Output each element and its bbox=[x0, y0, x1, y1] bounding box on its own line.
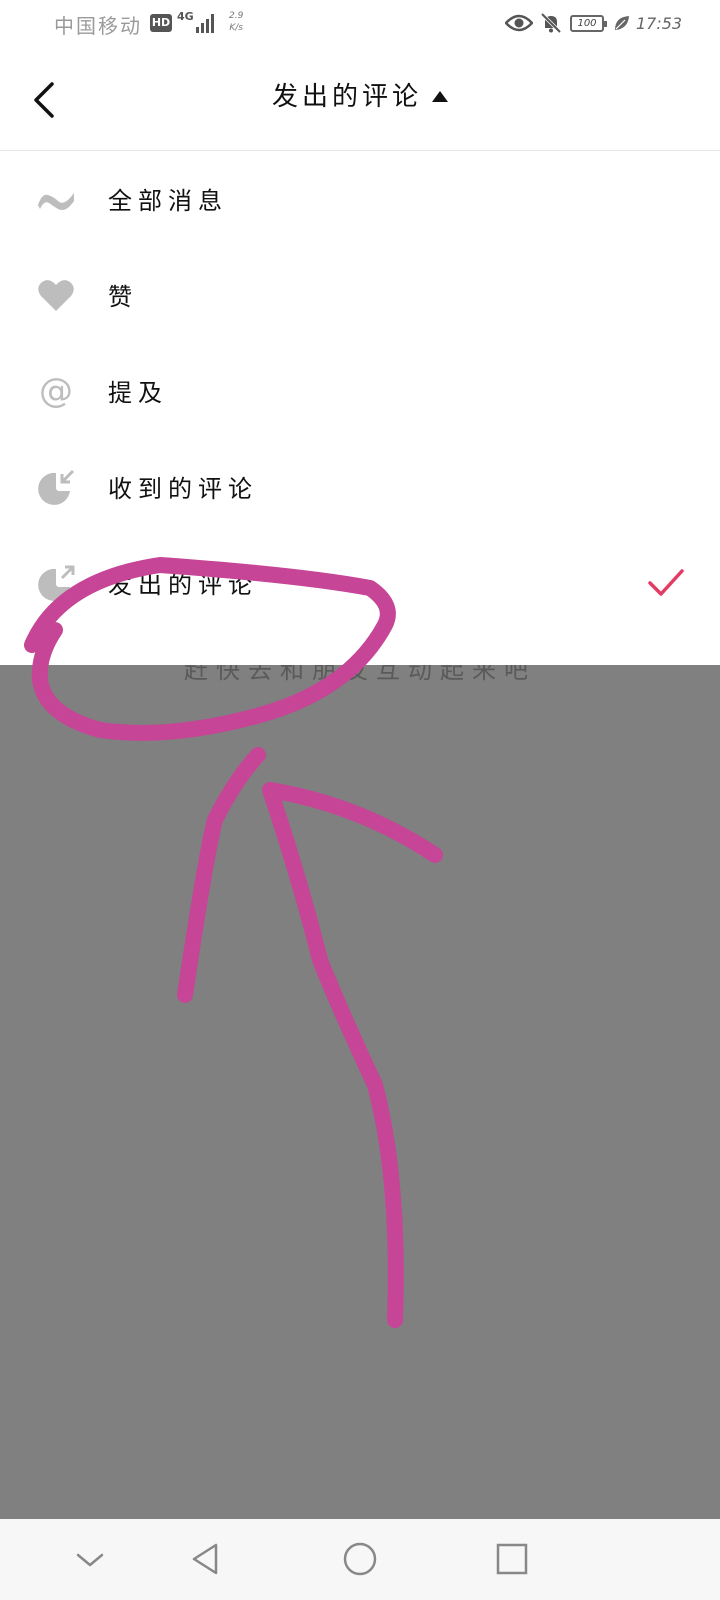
recents-square-icon[interactable] bbox=[492, 1539, 532, 1579]
comment-received-icon bbox=[38, 469, 75, 505]
bell-muted-icon bbox=[540, 12, 562, 34]
eye-icon bbox=[505, 14, 533, 32]
menu-item-all-messages[interactable]: 全部消息 bbox=[0, 151, 720, 247]
carrier-name: 中国移动 bbox=[54, 14, 142, 38]
network-speed-unit: K/s bbox=[229, 23, 243, 33]
empty-state-hint: 赶快去和朋友互动起来吧 bbox=[184, 665, 536, 684]
signal-icon bbox=[196, 14, 214, 33]
top-app-bar: 发出的评论 bbox=[0, 50, 720, 151]
network-speed-value: 2.9 bbox=[229, 11, 244, 21]
status-bar: 中国移动 HD 4G 2.9 K/s 100 17:53 bbox=[0, 0, 720, 50]
menu-item-label: 发出的评论 bbox=[108, 571, 258, 599]
heart-icon bbox=[38, 280, 74, 311]
menu-item-mentions[interactable]: @ 提及 bbox=[0, 343, 720, 439]
chevron-down-icon[interactable] bbox=[70, 1539, 110, 1579]
wave-icon bbox=[38, 193, 74, 210]
menu-item-label: 收到的评论 bbox=[108, 475, 258, 503]
dim-overlay[interactable]: 赶快去和朋友互动起来吧 bbox=[0, 665, 720, 1519]
back-triangle-icon[interactable] bbox=[186, 1539, 226, 1579]
home-circle-icon[interactable] bbox=[340, 1539, 380, 1579]
menu-item-sent-comments[interactable]: 发出的评论 bbox=[0, 535, 720, 631]
menu-item-likes[interactable]: 赞 bbox=[0, 247, 720, 343]
network-type: 4G bbox=[177, 10, 194, 23]
menu-item-received-comments[interactable]: 收到的评论 bbox=[0, 439, 720, 535]
caret-up-icon bbox=[432, 91, 448, 102]
checkmark-icon bbox=[648, 569, 684, 596]
menu-item-label: 提及 bbox=[108, 379, 168, 407]
comment-sent-icon bbox=[38, 565, 75, 601]
hd-badge: HD bbox=[150, 14, 172, 32]
clock: 17:53 bbox=[636, 14, 683, 33]
message-filter-menu: 全部消息 赞 @ 提及 收到的评论 发出的评论 bbox=[0, 151, 720, 665]
page-title: 发出的评论 bbox=[271, 82, 422, 112]
menu-item-label: 赞 bbox=[108, 283, 138, 311]
battery-indicator: 100 bbox=[570, 15, 607, 32]
system-navigation-bar bbox=[0, 1519, 720, 1600]
leaf-icon bbox=[615, 16, 629, 30]
network-speed: 2.9 K/s bbox=[229, 10, 243, 34]
menu-item-label: 全部消息 bbox=[108, 187, 228, 215]
title-dropdown[interactable]: 发出的评论 bbox=[0, 76, 720, 113]
at-icon: @ bbox=[39, 371, 73, 411]
svg-text:@: @ bbox=[39, 371, 73, 411]
